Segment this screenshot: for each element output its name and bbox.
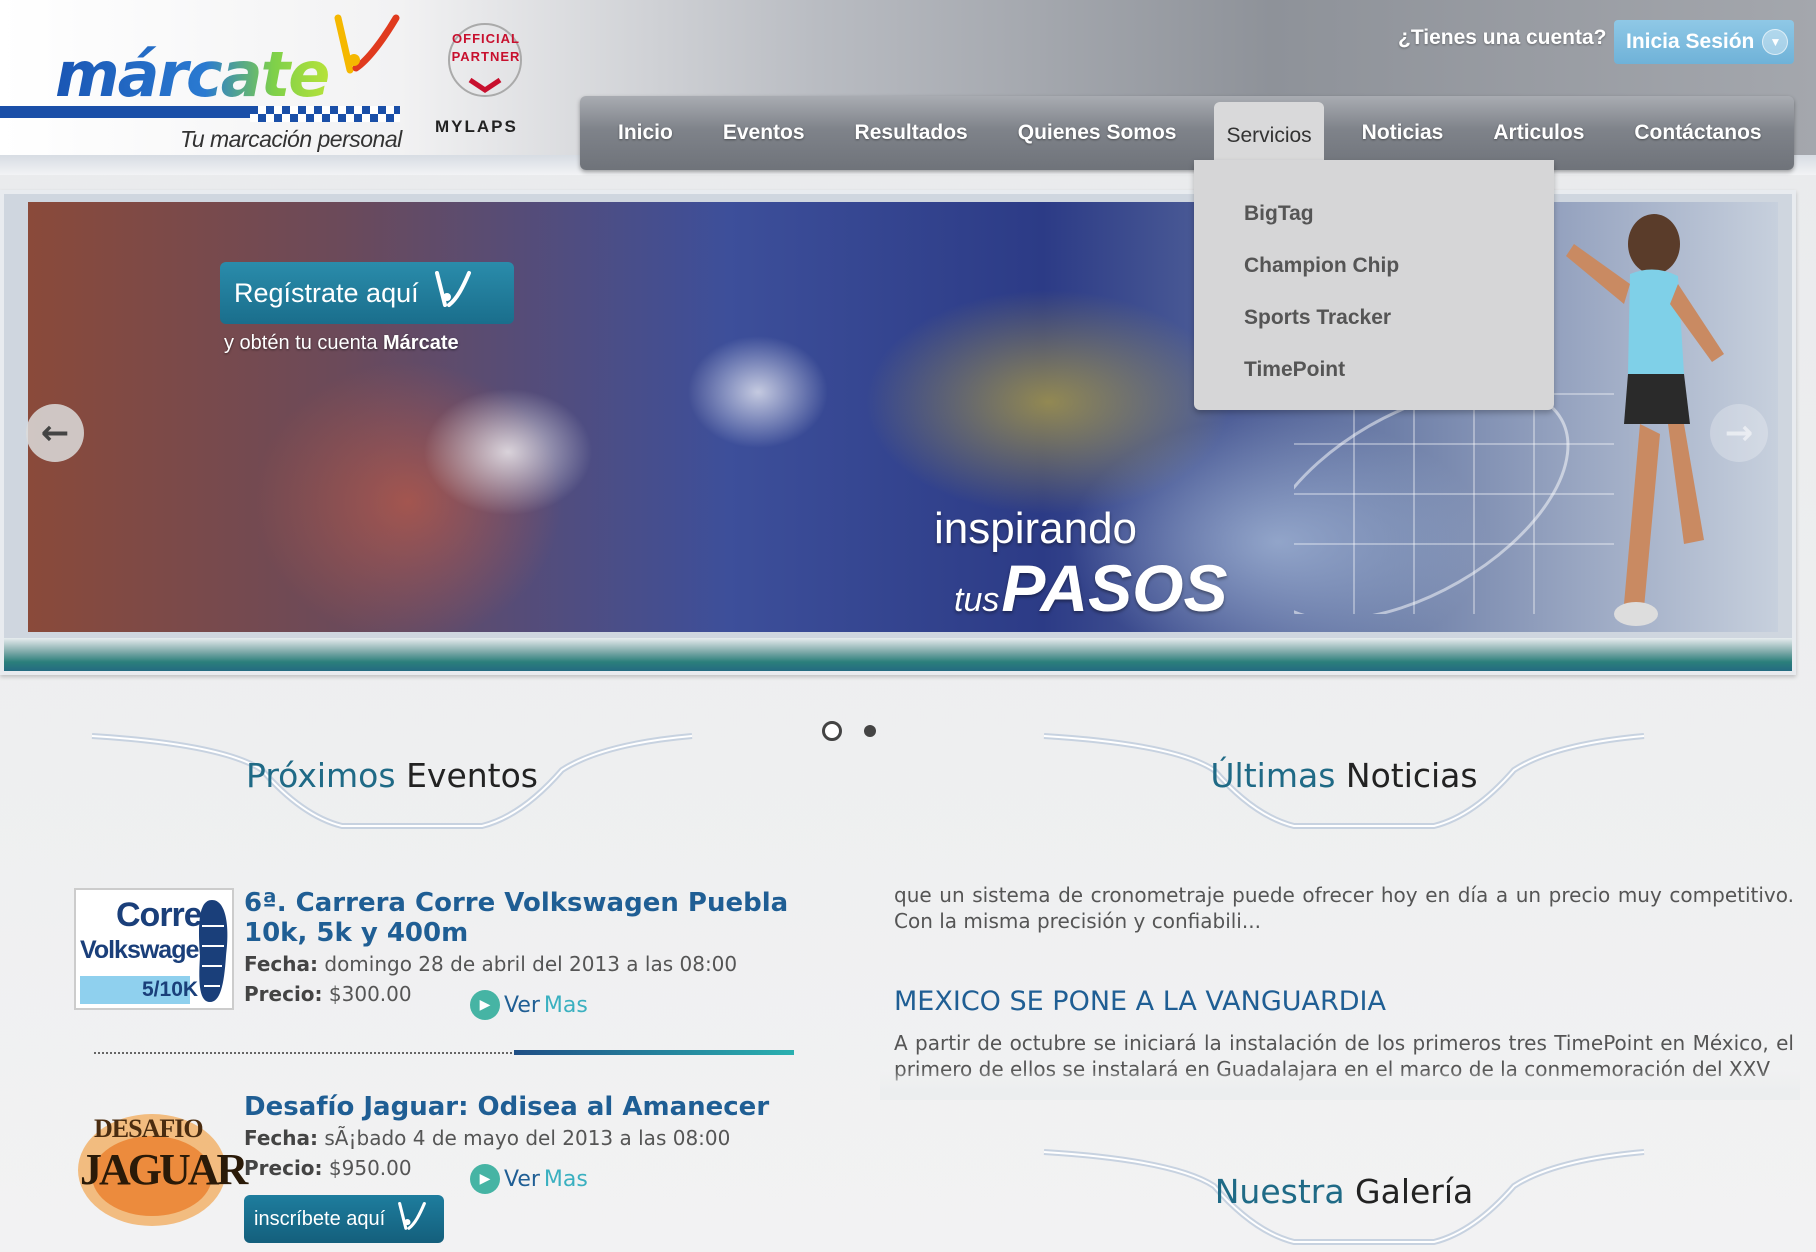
events-section-header: Próximos Eventos — [82, 730, 702, 850]
register-subtitle-text: y obtén tu cuenta — [224, 332, 378, 354]
register-button[interactable]: Regístrate aquí — [220, 262, 514, 324]
ver-mas-b: Mas — [543, 992, 588, 1018]
news-fade — [880, 1070, 1800, 1100]
nav-item-articulos[interactable]: Articulos — [1493, 121, 1584, 145]
event-thumbnail[interactable]: Corre Volkswagen 5/10K — [74, 888, 234, 1010]
login-button[interactable]: Inicia Sesión ▼ — [1614, 20, 1794, 64]
marcate-swoosh-icon — [334, 14, 400, 74]
news-headline-link[interactable]: MEXICO SE PONE A LA VANGUARDIA — [894, 986, 1386, 1017]
official-partner-label: OFFICIAL PARTNER — [451, 31, 521, 64]
marcate-swoosh-icon — [398, 1202, 427, 1230]
event-price-label: Precio: — [244, 1156, 323, 1180]
ver-mas-link[interactable]: ▶ Ver Mas — [470, 990, 588, 1020]
nav-item-resultados[interactable]: Resultados — [855, 121, 968, 145]
banner-headline-small: tus — [954, 581, 1000, 619]
account-question: ¿Tienes una cuenta? — [1398, 26, 1607, 49]
dropdown-caret-icon: ▼ — [1762, 29, 1789, 55]
register-subtitle-brand: Márcate — [383, 332, 459, 354]
event-title-link[interactable]: 6ª. Carrera Corre Volkswagen Puebla 10k,… — [244, 888, 844, 948]
section-title-accent: Nuestra — [1214, 1172, 1345, 1211]
slide-dot-2[interactable] — [864, 725, 876, 737]
banner-headline-line2: tusPASOS — [954, 550, 1228, 626]
thumb-text: DESAFIO — [94, 1114, 204, 1143]
arrow-right-icon[interactable]: → — [1710, 404, 1768, 462]
event-divider — [94, 1050, 794, 1056]
section-title-rest: Noticias — [1345, 756, 1478, 795]
section-title: Nuestra Galería — [1034, 1172, 1654, 1211]
logo-wordmark: márcate — [55, 38, 330, 111]
event-price-label: Precio: — [244, 982, 323, 1006]
event-date-value: sÃ¡bado 4 de mayo del 2013 a las 08:00 — [324, 1126, 731, 1150]
banner-headline-big: PASOS — [1001, 551, 1228, 625]
event-date-label: Fecha: — [244, 952, 319, 976]
event-date-value: domingo 28 de abril del 2013 a las 08:00 — [324, 952, 738, 976]
section-title: Próximos Eventos — [82, 756, 702, 795]
arrow-left-icon[interactable]: ← — [26, 404, 84, 462]
dropdown-item-champion-chip[interactable]: Champion Chip — [1194, 240, 1554, 292]
ver-mas-a: Ver — [504, 992, 540, 1018]
section-title-rest: Eventos — [406, 756, 538, 795]
register-label: Regístrate aquí — [234, 277, 419, 308]
thumb-text: 5/10K — [142, 978, 199, 1001]
section-title-accent: Últimas — [1210, 756, 1336, 795]
ver-mas-a: Ver — [504, 1166, 540, 1192]
thumb-text: JAGUAR — [80, 1145, 248, 1194]
event-price: Precio: $300.00 — [244, 982, 412, 1006]
inscribe-button[interactable]: inscríbete aquí — [244, 1195, 444, 1243]
section-title: Últimas Noticias — [1034, 756, 1654, 795]
event-title-link[interactable]: Desafío Jaguar: Odisea al Amanecer — [244, 1092, 844, 1122]
gallery-section-header: Nuestra Galería — [1034, 1146, 1654, 1252]
nav-item-noticias[interactable]: Noticias — [1362, 121, 1444, 145]
banner-headline-line1: inspirando — [934, 504, 1138, 553]
footprint-icon — [199, 900, 228, 1002]
nav-item-eventos[interactable]: Eventos — [723, 121, 805, 145]
nav-item-inicio[interactable]: Inicio — [618, 121, 673, 145]
nav-item-contactanos[interactable]: Contáctanos — [1634, 121, 1761, 145]
ver-mas-b: Mas — [543, 1166, 588, 1192]
servicios-dropdown-menu: BigTag Champion Chip Sports Tracker Time… — [1194, 160, 1554, 410]
slider-pagination — [822, 721, 876, 741]
section-title-accent: Próximos — [246, 756, 396, 795]
event-price-value: $300.00 — [328, 982, 412, 1006]
main-nav: Inicio Eventos Resultados Quienes Somos … — [580, 96, 1794, 170]
event-price: Precio: $950.00 — [244, 1156, 412, 1180]
event-date-label: Fecha: — [244, 1126, 319, 1150]
play-icon: ▶ — [470, 1164, 500, 1194]
mylaps-logo: MYLAPS — [435, 117, 518, 136]
inscribe-label: inscríbete aquí — [254, 1207, 386, 1230]
ver-mas-link[interactable]: ▶ Ver Mas — [470, 1164, 588, 1194]
banner-bottom-band — [4, 638, 1792, 671]
event-price-value: $950.00 — [328, 1156, 412, 1180]
dropdown-item-timepoint[interactable]: TimePoint — [1194, 344, 1554, 396]
site-logo[interactable]: márcate Tu marcación personal — [0, 8, 420, 158]
play-icon: ▶ — [470, 990, 500, 1020]
register-subtitle: y obtén tu cuenta Márcate — [224, 332, 459, 355]
news-snippet: que un sistema de cronometraje puede ofr… — [894, 883, 1794, 933]
section-title-rest: Galería — [1355, 1172, 1474, 1211]
event-date: Fecha: sÃ¡bado 4 de mayo del 2013 a las … — [244, 1126, 730, 1150]
logo-tagline: Tu marcación personal — [180, 126, 402, 152]
dropdown-item-bigtag[interactable]: BigTag — [1194, 188, 1554, 240]
event-date: Fecha: domingo 28 de abril del 2013 a la… — [244, 952, 737, 976]
login-label: Inicia Sesión — [1626, 30, 1755, 53]
logo-stripe — [0, 106, 400, 122]
nav-item-quienes-somos[interactable]: Quienes Somos — [1018, 121, 1177, 145]
thumb-text: Corre — [116, 896, 203, 934]
news-section-header: Últimas Noticias — [1034, 730, 1654, 850]
event-thumbnail[interactable]: DESAFIO JAGUAR — [72, 1100, 248, 1226]
dropdown-item-sports-tracker[interactable]: Sports Tracker — [1194, 292, 1554, 344]
slide-dot-1[interactable] — [822, 721, 842, 741]
marcate-swoosh-icon — [434, 271, 471, 307]
